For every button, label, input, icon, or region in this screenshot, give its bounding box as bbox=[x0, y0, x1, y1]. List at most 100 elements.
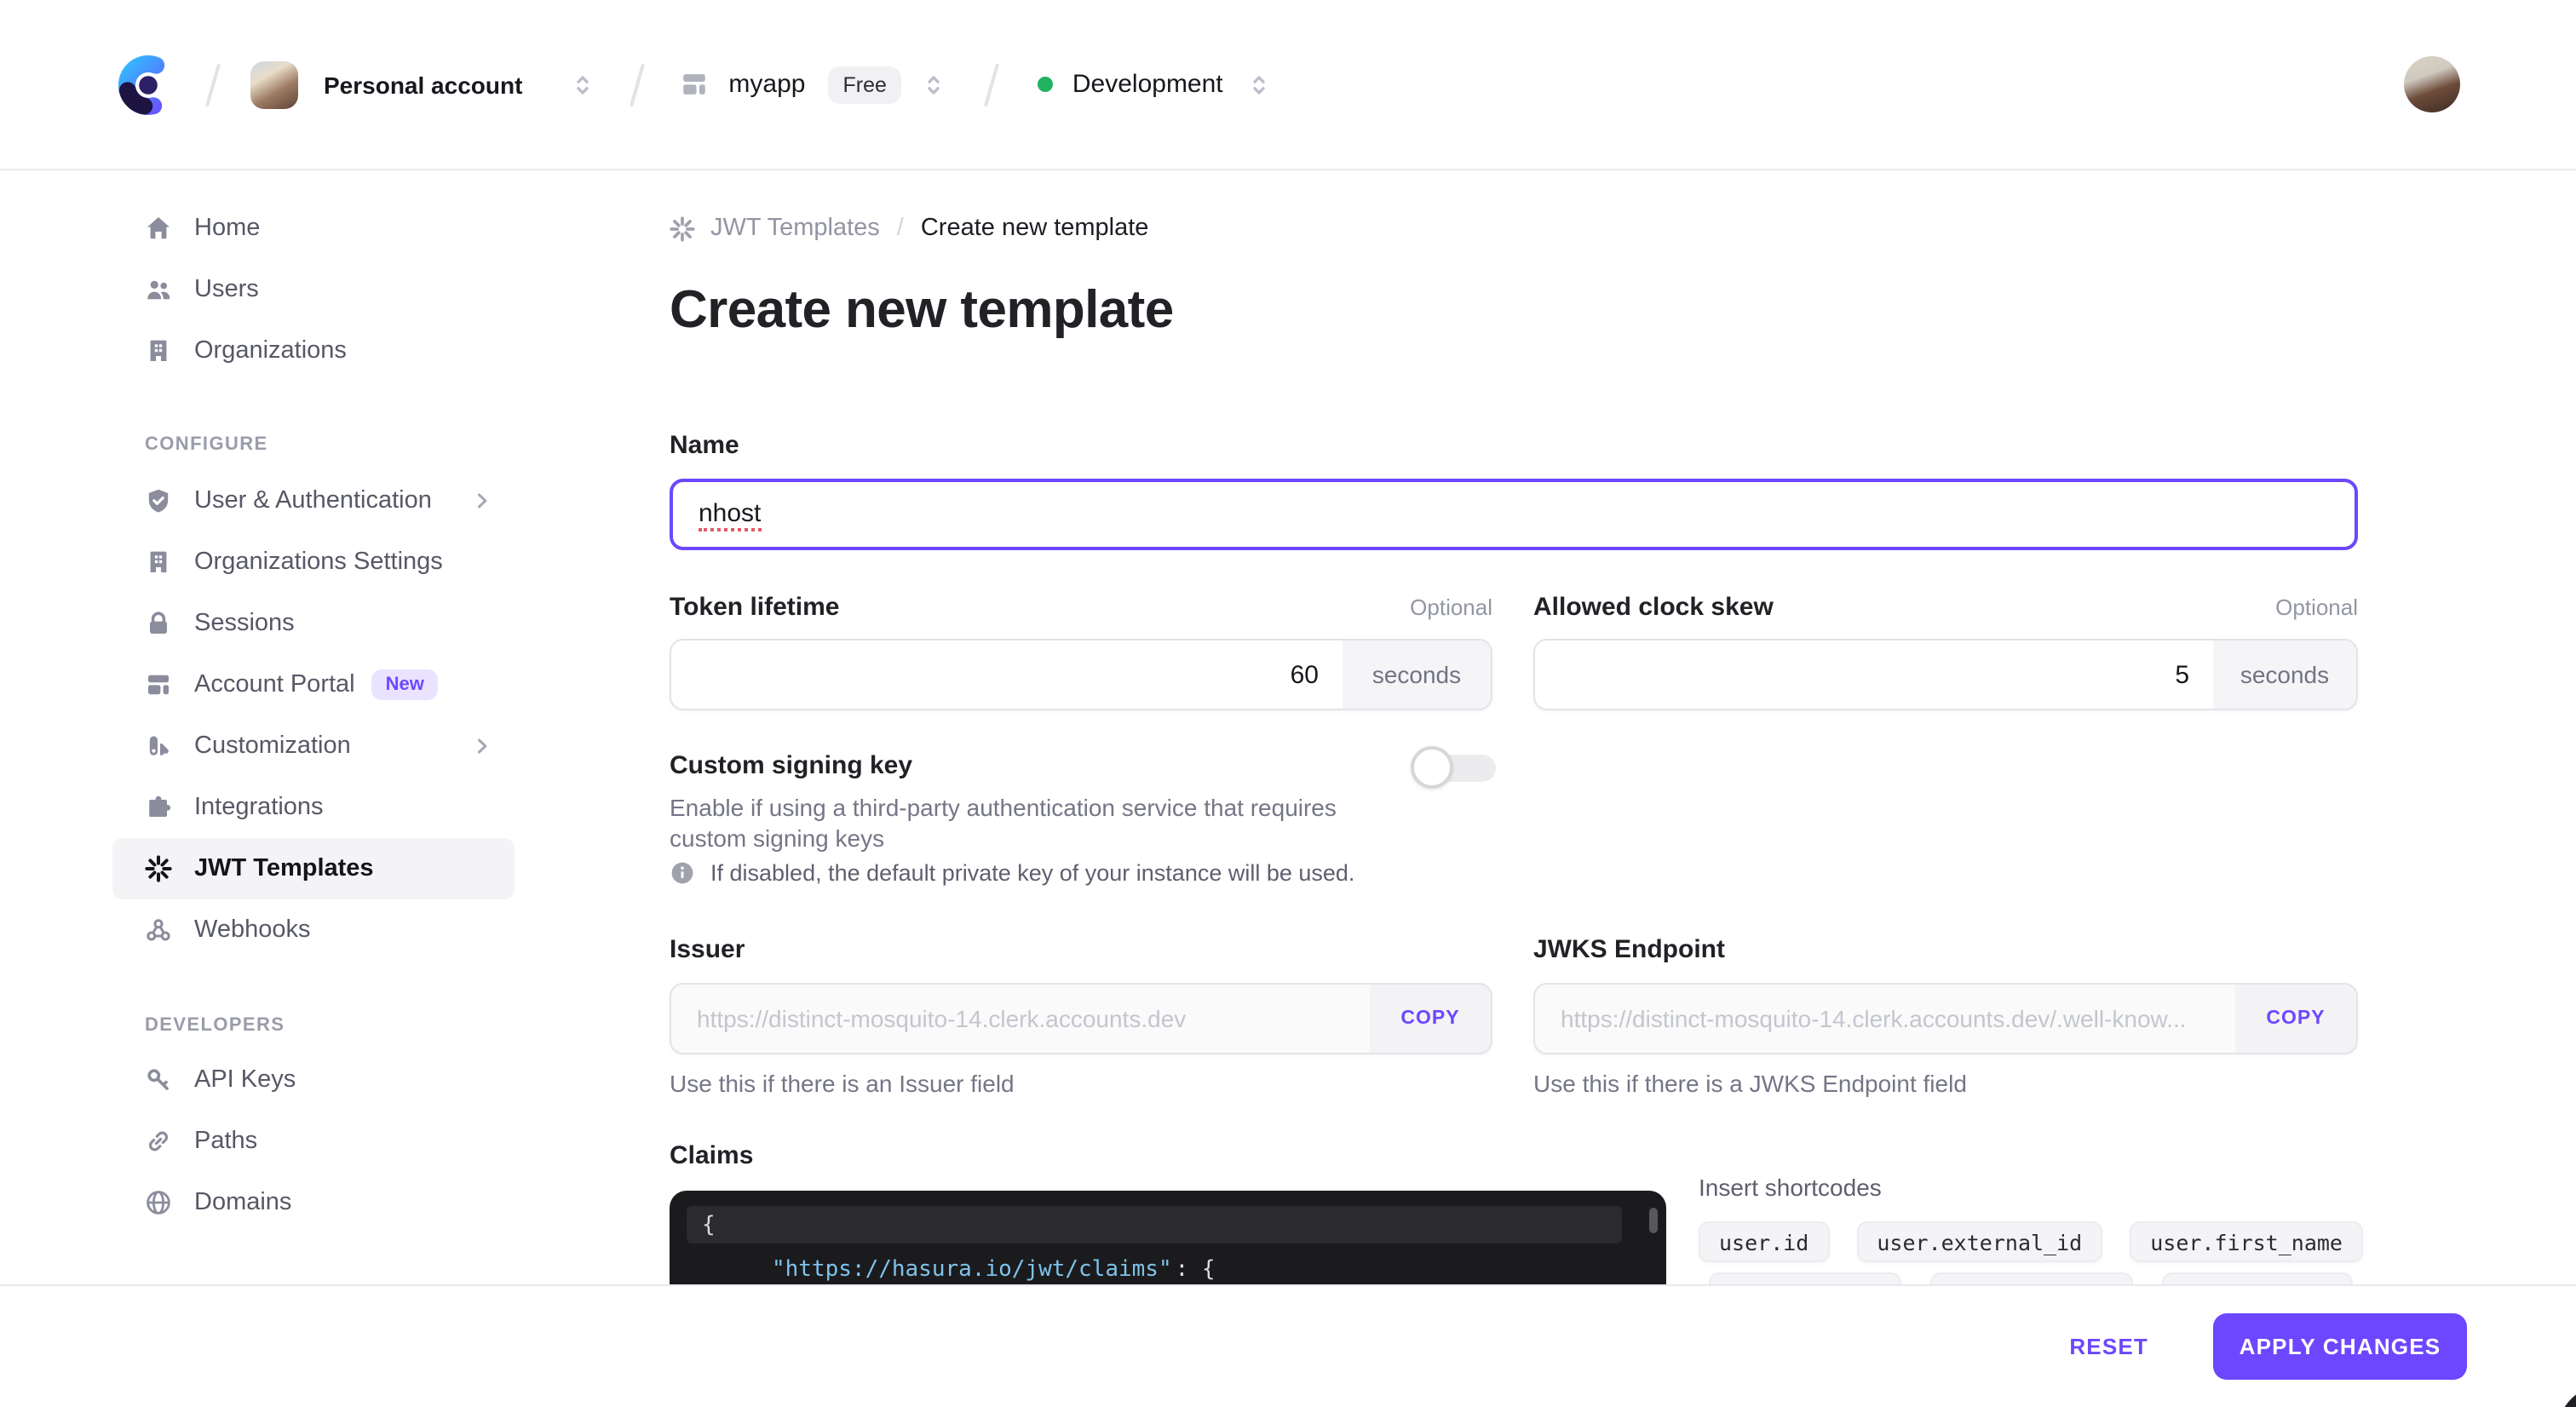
clerk-dashboard: Personal account myapp Free Development … bbox=[0, 0, 2576, 1407]
organizations-icon bbox=[145, 337, 172, 365]
clock-skew-unit: seconds bbox=[2213, 640, 2356, 709]
sidebar-item-label: Sessions bbox=[194, 610, 295, 637]
optional-label: Optional bbox=[2275, 594, 2358, 620]
key-icon bbox=[145, 1066, 172, 1094]
sidebar-section-configure: CONFIGURE bbox=[145, 434, 268, 455]
plan-badge: Free bbox=[827, 66, 902, 103]
name-input[interactable]: nhost bbox=[670, 479, 2358, 550]
token-lifetime-unit: seconds bbox=[1343, 640, 1491, 709]
sidebar-item-organizations-settings[interactable]: Organizations Settings bbox=[112, 531, 515, 593]
sidebar: Home Users Organizations CONFIGURE User bbox=[0, 170, 562, 1407]
portal-icon bbox=[145, 671, 172, 698]
customization-icon bbox=[145, 732, 172, 760]
code-line: { bbox=[687, 1206, 1622, 1243]
sidebar-item-organizations[interactable]: Organizations bbox=[112, 320, 515, 382]
breadcrumb-parent[interactable]: JWT Templates bbox=[710, 215, 880, 242]
top-bar: Personal account myapp Free Development bbox=[0, 0, 2576, 170]
building-icon bbox=[145, 548, 172, 576]
jwks-endpoint-label: JWKS Endpoint bbox=[1533, 935, 1725, 964]
shortcode-chip[interactable]: user.external_id bbox=[1856, 1221, 2103, 1262]
claims-label: Claims bbox=[670, 1141, 754, 1170]
reset-button[interactable]: RESET bbox=[2069, 1334, 2148, 1359]
sidebar-item-label: Organizations Settings bbox=[194, 548, 443, 576]
clerk-logo[interactable] bbox=[118, 54, 179, 115]
sidebar-item-integrations[interactable]: Integrations bbox=[112, 777, 515, 838]
sidebar-item-label: Domains bbox=[194, 1189, 292, 1216]
sidebar-item-user-authentication[interactable]: User & Authentication bbox=[112, 470, 515, 531]
issuer-input: https://distinct-mosquito-14.clerk.accou… bbox=[670, 983, 1492, 1054]
custom-signing-key-description: Enable if using a third-party authentica… bbox=[670, 794, 1337, 851]
application-name: myapp bbox=[728, 70, 806, 99]
issuer-placeholder: https://distinct-mosquito-14.clerk.accou… bbox=[697, 1005, 1187, 1032]
editor-scrollbar[interactable] bbox=[1649, 1208, 1658, 1233]
chevron-updown-icon bbox=[923, 71, 946, 98]
header-separator bbox=[984, 62, 1000, 106]
user-avatar[interactable] bbox=[2404, 56, 2460, 112]
custom-signing-key-toggle[interactable] bbox=[1411, 746, 1496, 789]
sidebar-item-jwt-templates[interactable]: JWT Templates bbox=[112, 838, 515, 899]
info-icon bbox=[670, 860, 695, 886]
globe-icon bbox=[145, 1189, 172, 1216]
link-icon bbox=[145, 1128, 172, 1155]
shortcode-chips: user.id user.external_id user.first_name bbox=[1699, 1221, 2363, 1262]
account-switcher[interactable]: Personal account bbox=[250, 60, 594, 108]
clock-skew-input[interactable]: 5 seconds bbox=[1533, 639, 2358, 710]
environment-switcher[interactable]: Development bbox=[1038, 70, 1271, 99]
shortcode-chip[interactable]: user.first_name bbox=[2130, 1221, 2363, 1262]
name-label: Name bbox=[670, 431, 739, 460]
clock-skew-value[interactable]: 5 bbox=[1535, 640, 2213, 709]
environment-name: Development bbox=[1072, 70, 1223, 99]
toggle-knob bbox=[1411, 746, 1453, 789]
chevron-updown-icon bbox=[570, 71, 594, 98]
breadcrumb-current: Create new template bbox=[920, 215, 1149, 242]
signing-key-info-text: If disabled, the default private key of … bbox=[710, 860, 1355, 886]
sidebar-item-label: Account Portal bbox=[194, 671, 355, 698]
shield-icon bbox=[145, 487, 172, 514]
page-title: Create new template bbox=[670, 279, 1174, 339]
sidebar-item-webhooks[interactable]: Webhooks bbox=[112, 899, 515, 961]
signing-key-info-row: If disabled, the default private key of … bbox=[670, 860, 1354, 886]
custom-signing-key-label: Custom signing key bbox=[670, 751, 913, 780]
sidebar-item-domains[interactable]: Domains bbox=[112, 1172, 515, 1233]
apply-changes-button[interactable]: APPLY CHANGES bbox=[2213, 1313, 2467, 1380]
issuer-label: Issuer bbox=[670, 935, 745, 964]
sidebar-item-api-keys[interactable]: API Keys bbox=[112, 1049, 515, 1111]
environment-status-dot bbox=[1038, 77, 1054, 92]
breadcrumb: JWT Templates / Create new template bbox=[670, 215, 1148, 242]
sidebar-item-home[interactable]: Home bbox=[112, 198, 515, 259]
application-icon bbox=[679, 70, 708, 99]
token-lifetime-input[interactable]: 60 seconds bbox=[670, 639, 1492, 710]
token-lifetime-label-row: Token lifetime Optional bbox=[670, 593, 1492, 622]
issuer-copy-button[interactable]: COPY bbox=[1370, 985, 1491, 1053]
sidebar-item-label: User & Authentication bbox=[194, 487, 432, 514]
account-name: Personal account bbox=[324, 71, 523, 98]
chevron-right-icon bbox=[470, 734, 494, 758]
sidebar-item-sessions[interactable]: Sessions bbox=[112, 593, 515, 654]
jwks-copy-button[interactable]: COPY bbox=[2235, 985, 2356, 1053]
clock-skew-label-row: Allowed clock skew Optional bbox=[1533, 593, 2358, 622]
claims-code-editor[interactable]: { "https://hasura.io/jwt/claims": { bbox=[670, 1191, 1666, 1284]
sidebar-item-account-portal[interactable]: Account Portal New bbox=[112, 654, 515, 715]
sidebar-item-users[interactable]: Users bbox=[112, 259, 515, 320]
token-lifetime-value[interactable]: 60 bbox=[671, 640, 1343, 709]
sidebar-item-label: Organizations bbox=[194, 337, 347, 365]
optional-label: Optional bbox=[1410, 594, 1492, 620]
home-icon bbox=[145, 215, 172, 242]
breadcrumb-separator: / bbox=[896, 215, 904, 242]
application-switcher[interactable]: myapp Free bbox=[679, 66, 946, 103]
action-bar: RESET APPLY CHANGES bbox=[0, 1284, 2576, 1407]
token-lifetime-label: Token lifetime bbox=[670, 593, 840, 622]
chevron-updown-icon bbox=[1247, 71, 1271, 98]
burst-icon bbox=[145, 855, 172, 882]
sidebar-item-label: Paths bbox=[194, 1128, 258, 1155]
header-separator bbox=[629, 62, 645, 106]
jwt-templates-icon bbox=[670, 215, 695, 241]
shortcode-chip[interactable]: user.id bbox=[1699, 1221, 1830, 1262]
lock-icon bbox=[145, 610, 172, 637]
header-separator bbox=[204, 62, 221, 106]
chevron-right-icon bbox=[470, 489, 494, 513]
sidebar-item-paths[interactable]: Paths bbox=[112, 1111, 515, 1172]
name-value: nhost bbox=[699, 498, 762, 531]
sidebar-item-customization[interactable]: Customization bbox=[112, 715, 515, 777]
sidebar-section-developers: DEVELOPERS bbox=[145, 1015, 285, 1036]
